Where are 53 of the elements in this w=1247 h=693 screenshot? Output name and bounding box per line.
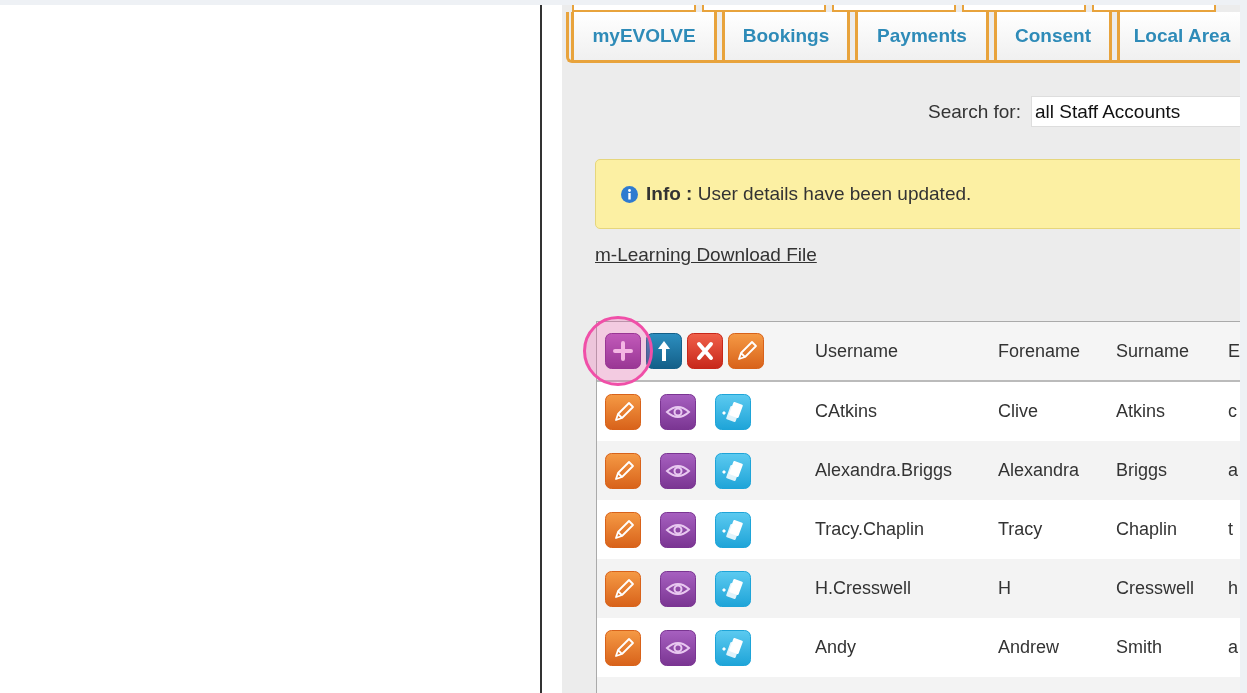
- info-message: Info : User details have been updated.: [646, 183, 972, 205]
- table-cell: Briggs: [1116, 460, 1168, 480]
- add-button[interactable]: [605, 333, 641, 369]
- table-cell: a: [1228, 460, 1238, 480]
- edit-button[interactable]: [605, 511, 641, 548]
- table-cell: Cresswell: [1116, 578, 1194, 598]
- table-cell: H: [998, 578, 1011, 598]
- table-cell: Atkins: [1116, 401, 1166, 421]
- column-header: E: [1228, 340, 1240, 361]
- table-cell: c: [1228, 401, 1237, 421]
- copy-button[interactable]: [715, 393, 751, 430]
- info-icon: [621, 185, 638, 203]
- nav-tab[interactable]: Payments: [855, 12, 989, 60]
- table-cell: Tracy.Chaplin: [815, 519, 925, 539]
- view-button[interactable]: [660, 452, 696, 489]
- nav-tab[interactable]: Local Area: [1117, 12, 1240, 60]
- table-cell: Andrew: [998, 637, 1060, 657]
- table-cell: t: [1228, 519, 1233, 539]
- table-cell: Clive: [998, 401, 1038, 421]
- view-button[interactable]: [660, 393, 696, 430]
- edit-button[interactable]: [605, 570, 641, 607]
- column-header: Username: [815, 340, 899, 361]
- edit-button[interactable]: [728, 333, 764, 369]
- table-cell: Smith: [1116, 637, 1162, 657]
- edit-button[interactable]: [605, 629, 641, 666]
- view-button[interactable]: [660, 629, 696, 666]
- column-header: Forename: [998, 340, 1081, 361]
- table-cell: Chaplin: [1116, 519, 1178, 539]
- upload-button[interactable]: [646, 333, 682, 369]
- search-label: Search for:: [928, 100, 1021, 123]
- table-cell: Tracy: [998, 519, 1043, 539]
- edit-button[interactable]: [605, 452, 641, 489]
- table-cell: a: [1228, 637, 1238, 657]
- copy-button[interactable]: [715, 570, 751, 607]
- download-link[interactable]: m-Learning Download File: [595, 244, 817, 266]
- table-cell: CAtkins: [815, 401, 877, 421]
- nav-tab[interactable]: Consent: [994, 12, 1112, 60]
- view-button[interactable]: [660, 570, 696, 607]
- copy-button[interactable]: [715, 452, 751, 489]
- copy-button[interactable]: [715, 511, 751, 548]
- nav-tab[interactable]: Bookings: [722, 12, 850, 60]
- table-cell: h: [1228, 578, 1238, 598]
- view-button[interactable]: [660, 511, 696, 548]
- search-field[interactable]: all Staff Accounts: [1030, 96, 1240, 127]
- table-cell: Andy: [815, 637, 857, 657]
- delete-button[interactable]: [687, 333, 723, 369]
- table-cell: Alexandra.Briggs: [815, 460, 953, 480]
- table-cell: H.Cresswell: [815, 578, 911, 598]
- nav-tab[interactable]: myEVOLVE: [571, 12, 717, 60]
- table-cell: Alexandra: [998, 460, 1080, 480]
- column-header: Surname: [1116, 340, 1190, 361]
- copy-button[interactable]: [715, 629, 751, 666]
- edit-button[interactable]: [605, 393, 641, 430]
